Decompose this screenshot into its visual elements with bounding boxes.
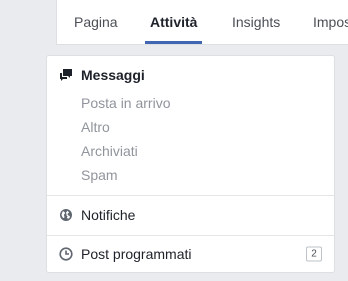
notifications-row[interactable]: Notifiche — [59, 195, 322, 235]
page-tab-bar: Pagina Attività Insights Impos — [56, 0, 348, 45]
messages-header[interactable]: Messaggi — [59, 66, 145, 84]
chat-bubbles-icon — [59, 68, 73, 82]
messages-item-other[interactable]: Altro — [81, 119, 110, 135]
scheduled-posts-section: Post programmati 2 — [47, 235, 334, 273]
messages-section: Messaggi Posta in arrivo Altro Archiviat… — [47, 56, 334, 196]
tab-attivita[interactable]: Attività — [144, 0, 203, 44]
clock-icon — [59, 247, 73, 261]
scheduled-posts-row[interactable]: Post programmati 2 — [59, 235, 322, 273]
globe-icon — [59, 208, 73, 222]
messages-item-spam[interactable]: Spam — [81, 167, 118, 183]
scheduled-posts-label: Post programmati — [81, 246, 192, 262]
scheduled-posts-count-badge: 2 — [306, 246, 322, 262]
messages-title: Messaggi — [81, 67, 145, 83]
messages-item-archived[interactable]: Archiviati — [81, 143, 138, 159]
notifications-label: Notifiche — [81, 207, 136, 223]
messages-item-inbox[interactable]: Posta in arrivo — [81, 95, 170, 111]
tab-insights[interactable]: Insights — [232, 0, 280, 44]
tab-pagina[interactable]: Pagina — [74, 0, 118, 44]
notifications-section: Notifiche — [47, 195, 334, 236]
activity-panel: Messaggi Posta in arrivo Altro Archiviat… — [46, 55, 335, 273]
tab-impostazioni[interactable]: Impos — [313, 0, 348, 44]
